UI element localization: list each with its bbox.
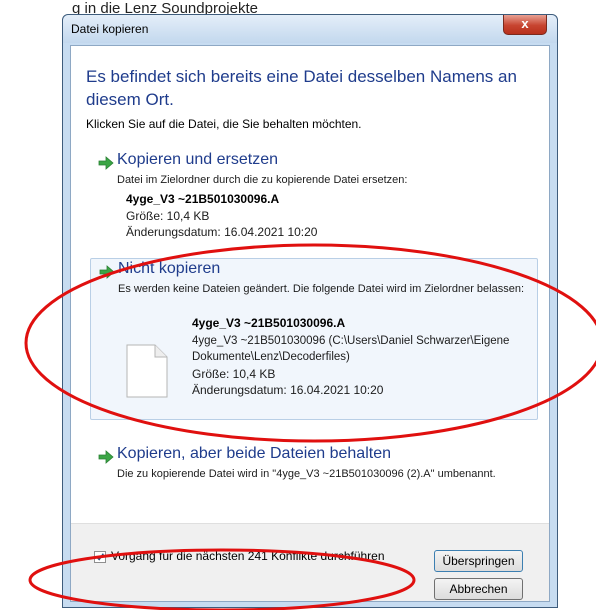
skip-button[interactable]: Überspringen	[434, 550, 523, 572]
option-keep-both[interactable]: Kopieren, aber beide Dateien behalten Di…	[90, 444, 538, 506]
option-title: Kopieren und ersetzen	[117, 151, 278, 168]
copy-file-dialog: Datei kopieren x Es befindet sich bereit…	[62, 14, 558, 608]
green-arrow-icon	[98, 450, 114, 464]
option-description: Datei im Zielordner durch die zu kopiere…	[117, 174, 408, 186]
file-path: 4yge_V3 ~21B501030096 (C:\Users\Daniel S…	[192, 335, 510, 363]
file-size: Größe: 10,4 KB	[192, 367, 276, 381]
file-modified: Änderungsdatum: 16.04.2021 10:20	[192, 383, 384, 397]
dialog-title: Datei kopieren	[71, 22, 149, 36]
dialog-footer: Vorgang für die nächsten 241 Konflikte d…	[71, 523, 549, 601]
file-name: 4yge_V3 ~21B501030096.A	[126, 192, 280, 206]
green-arrow-icon	[98, 156, 114, 170]
apply-to-all-label[interactable]: Vorgang für die nächsten 241 Konflikte d…	[111, 549, 385, 563]
cancel-button[interactable]: Abbrechen	[434, 578, 523, 600]
green-arrow-icon	[99, 265, 115, 279]
file-size: Größe: 10,4 KB	[126, 209, 210, 223]
document-icon	[126, 344, 168, 398]
file-name: 4yge_V3 ~21B501030096.A	[192, 316, 346, 330]
option-copy-and-replace[interactable]: Kopieren und ersetzen Datei im Zielordne…	[90, 150, 538, 250]
dialog-subheading: Klicken Sie auf die Datei, die Sie behal…	[86, 117, 362, 131]
option-do-not-copy[interactable]: Nicht kopieren Es werden keine Dateien g…	[90, 258, 538, 420]
dialog-content: Es befindet sich bereits eine Datei dess…	[70, 45, 550, 602]
option-title: Kopieren, aber beide Dateien behalten	[117, 445, 391, 462]
option-description: Die zu kopierende Datei wird in "4yge_V3…	[117, 468, 496, 480]
close-button[interactable]: x	[503, 15, 547, 35]
checkmark-icon	[96, 553, 104, 561]
title-bar[interactable]: Datei kopieren x	[63, 15, 557, 43]
close-icon: x	[521, 16, 529, 31]
apply-to-all-checkbox[interactable]	[94, 551, 106, 563]
file-modified: Änderungsdatum: 16.04.2021 10:20	[126, 225, 318, 239]
option-description: Es werden keine Dateien geändert. Die fo…	[118, 283, 525, 295]
option-title: Nicht kopieren	[118, 260, 221, 277]
dialog-heading: Es befindet sich bereits eine Datei dess…	[86, 67, 517, 109]
